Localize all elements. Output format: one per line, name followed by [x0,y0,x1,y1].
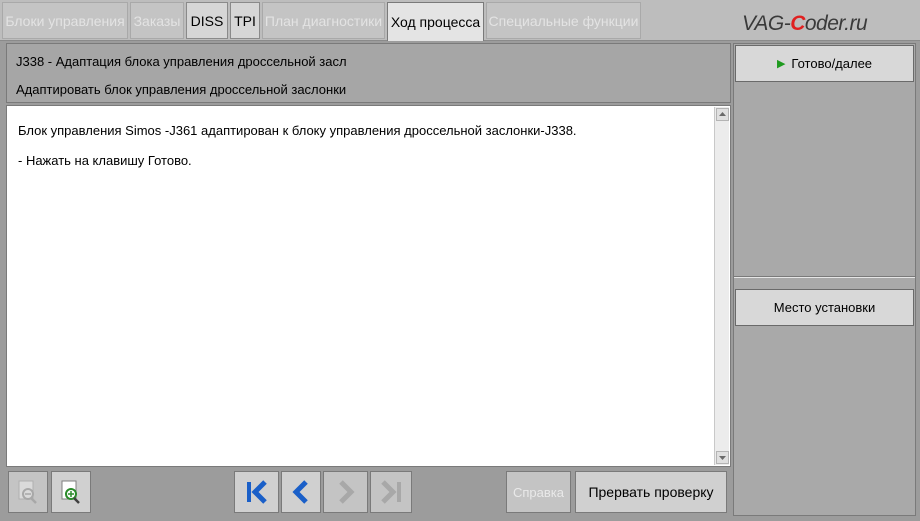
tab-diss[interactable]: DISS [186,2,228,39]
bottom-toolbar: Справка Прервать проверку [6,469,731,516]
abort-test-button[interactable]: Прервать проверку [575,471,727,513]
done-next-label: Готово/далее [791,56,873,71]
vertical-scrollbar[interactable] [714,107,729,465]
play-icon: ▶ [776,58,786,70]
instruction-panel: Блок управления Simos -J361 адаптирован … [6,105,731,467]
procedure-step: Адаптировать блок управления дроссельной… [16,82,347,97]
zoom-in-icon [61,480,80,504]
help-button[interactable]: Справка [506,471,571,513]
scroll-down-button[interactable] [716,451,729,464]
arrow-up-icon [719,112,726,116]
tab-tpi[interactable]: TPI [230,2,260,39]
tab-control-units[interactable]: Блоки управления [2,2,128,39]
tab-diagnostic-plan[interactable]: План диагностики [262,2,385,39]
tab-process[interactable]: Ход процесса [387,2,484,41]
previous-step-button[interactable] [281,471,321,513]
instruction-action: - Нажать на клавишу Готово. [18,153,192,168]
skip-last-icon [381,480,401,504]
next-step-button[interactable] [323,471,368,513]
tab-special-functions[interactable]: Специальные функции [486,2,641,39]
chevron-right-icon [338,480,355,504]
instruction-text: Блок управления Simos -J361 адаптирован … [18,123,577,138]
chevron-left-icon [292,480,308,504]
tab-bar: Блоки управления Заказы DISS TPI План ди… [0,0,920,41]
scroll-up-button[interactable] [716,108,729,121]
last-step-button[interactable] [370,471,412,513]
tab-orders[interactable]: Заказы [130,2,184,39]
panel-divider [734,276,915,278]
watermark-logo: VAG-Coder.ru [742,12,868,35]
arrow-down-icon [719,456,726,460]
first-step-button[interactable] [234,471,279,513]
done-next-button[interactable]: ▶ Готово/далее [735,45,914,82]
procedure-title: J338 - Адаптация блока управления дроссе… [16,54,347,69]
zoom-in-button[interactable] [51,471,91,513]
procedure-header: J338 - Адаптация блока управления дроссе… [6,43,731,103]
zoom-out-icon [18,480,37,504]
right-panel: ▶ Готово/далее Место установки [733,43,916,516]
installation-location-button[interactable]: Место установки [735,289,914,326]
skip-first-icon [246,480,267,504]
zoom-out-button[interactable] [8,471,48,513]
